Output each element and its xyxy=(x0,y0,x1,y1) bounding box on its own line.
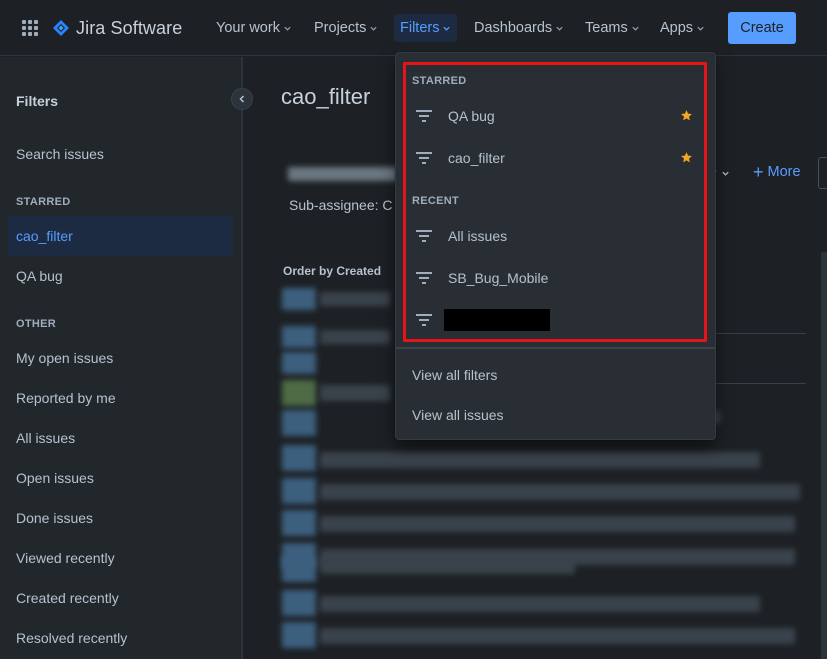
redacted-label xyxy=(444,309,550,331)
content-scrollbar[interactable] xyxy=(821,252,827,659)
sidebar-item-resolved-recently[interactable]: Resolved recently xyxy=(16,630,127,646)
create-button[interactable]: Create xyxy=(728,12,796,44)
app-switcher-icon[interactable] xyxy=(22,20,38,36)
issue-text-blur xyxy=(320,628,795,644)
top-navigation: Jira Software Your work Projects Filters… xyxy=(0,0,827,56)
nav-teams[interactable]: Teams xyxy=(579,14,646,42)
sidebar-search-issues[interactable]: Search issues xyxy=(16,146,104,162)
row-divider xyxy=(716,383,806,384)
chevron-down-icon xyxy=(443,26,451,31)
jira-logo[interactable]: Jira Software xyxy=(52,16,182,40)
chevron-down-icon xyxy=(632,26,639,31)
filter-icon xyxy=(416,110,432,122)
dropdown-item-qa-bug[interactable]: QA bug xyxy=(396,96,715,136)
nav-label: Apps xyxy=(660,20,694,36)
dropdown-recent-heading: RECENT xyxy=(412,195,460,207)
more-filters-button[interactable]: + More xyxy=(753,162,801,182)
issue-text-blur xyxy=(320,596,760,612)
chevron-down-icon xyxy=(556,26,563,31)
sidebar-item-label: cao_filter xyxy=(16,228,73,244)
sidebar-item-my-open-issues[interactable]: My open issues xyxy=(16,350,113,366)
issue-type-blur xyxy=(282,352,316,374)
order-by-created[interactable]: Order by Created xyxy=(283,264,381,278)
blurred-filter-text xyxy=(288,167,398,181)
issue-text-blur xyxy=(320,330,390,344)
filters-dropdown-menu: STARRED QA bug cao_filter RECENT All iss… xyxy=(395,52,716,440)
sub-assignee-filter[interactable]: Sub-assignee: C xyxy=(289,197,393,213)
nav-apps[interactable]: Apps xyxy=(654,14,711,42)
issue-type-blur xyxy=(282,556,316,582)
sidebar-item-qa-bug[interactable]: QA bug xyxy=(16,268,63,284)
nav-projects[interactable]: Projects xyxy=(308,14,384,42)
issue-type-blur xyxy=(282,622,316,648)
dropdown-item-label: All issues xyxy=(448,228,508,244)
nav-label: Dashboards xyxy=(474,20,553,36)
dropdown-item-all-issues[interactable]: All issues xyxy=(396,216,715,256)
sidebar-starred-heading: STARRED xyxy=(16,196,71,208)
toolbar-edge-control[interactable] xyxy=(818,157,827,189)
brand-name: Jira Software xyxy=(76,17,183,38)
filter-icon xyxy=(416,152,432,164)
issue-type-blur xyxy=(282,590,316,616)
nav-dashboards[interactable]: Dashboards xyxy=(468,14,570,42)
dropdown-item-redacted[interactable] xyxy=(396,300,715,340)
page-title: cao_filter xyxy=(281,84,371,109)
view-all-issues-link[interactable]: View all issues xyxy=(412,407,504,423)
dropdown-item-sb-bug-mobile[interactable]: SB_Bug_Mobile xyxy=(396,258,715,298)
sidebar-item-done-issues[interactable]: Done issues xyxy=(16,510,93,526)
filter-icon xyxy=(416,272,432,284)
issue-type-blur xyxy=(282,445,316,471)
filter-icon xyxy=(416,230,432,242)
issue-text-blur xyxy=(320,516,795,532)
sidebar-item-cao-filter[interactable]: cao_filter xyxy=(8,216,233,256)
sidebar-item-open-issues[interactable]: Open issues xyxy=(16,470,94,486)
issue-text-blur xyxy=(320,452,760,468)
sidebar-divider xyxy=(241,57,243,659)
nav-label: Your work xyxy=(216,20,280,36)
nav-label: Teams xyxy=(585,20,628,36)
issue-text-blur xyxy=(320,292,390,306)
issue-type-blur xyxy=(282,410,316,436)
issue-type-blur xyxy=(282,380,316,406)
sidebar-item-viewed-recently[interactable]: Viewed recently xyxy=(16,550,115,566)
more-label: More xyxy=(767,164,801,180)
nav-filters[interactable]: Filters xyxy=(394,14,458,42)
nav-label: Projects xyxy=(314,20,367,36)
sidebar-item-created-recently[interactable]: Created recently xyxy=(16,590,119,606)
sidebar-other-heading: OTHER xyxy=(16,318,56,330)
view-all-filters-link[interactable]: View all filters xyxy=(412,367,497,383)
row-divider xyxy=(716,333,806,334)
star-filled-icon[interactable] xyxy=(680,151,693,164)
sidebar-item-all-issues[interactable]: All issues xyxy=(16,430,75,446)
sidebar-title: Filters xyxy=(16,93,59,109)
issue-text-blur xyxy=(320,558,575,574)
dropdown-item-label: cao_filter xyxy=(448,150,505,166)
dropdown-item-cao-filter[interactable]: cao_filter xyxy=(396,138,715,178)
issue-text-blur xyxy=(320,484,800,500)
issue-type-blur xyxy=(282,478,316,504)
collapse-sidebar-button[interactable] xyxy=(231,88,253,110)
issue-type-blur xyxy=(282,288,316,310)
plus-icon: + xyxy=(753,162,764,182)
issue-text-blur xyxy=(320,385,390,401)
chevron-down-icon xyxy=(284,26,291,31)
sidebar-item-reported-by-me[interactable]: Reported by me xyxy=(16,390,116,406)
dropdown-starred-heading: STARRED xyxy=(412,75,467,87)
dropdown-item-label: SB_Bug_Mobile xyxy=(448,270,549,286)
chevron-down-icon xyxy=(697,26,704,31)
issue-type-blur xyxy=(282,326,316,348)
dropdown-separator xyxy=(396,347,715,349)
nav-label: Filters xyxy=(400,20,440,36)
nav-your-work[interactable]: Your work xyxy=(210,14,298,42)
chevron-down-icon xyxy=(370,26,378,31)
chevron-left-icon xyxy=(239,95,245,103)
filter-icon xyxy=(416,314,432,326)
chevron-down-icon xyxy=(722,171,729,176)
star-filled-icon[interactable] xyxy=(680,109,693,122)
jira-diamond-icon xyxy=(53,20,69,36)
dropdown-item-label: QA bug xyxy=(448,108,495,124)
issue-type-blur xyxy=(282,510,316,536)
